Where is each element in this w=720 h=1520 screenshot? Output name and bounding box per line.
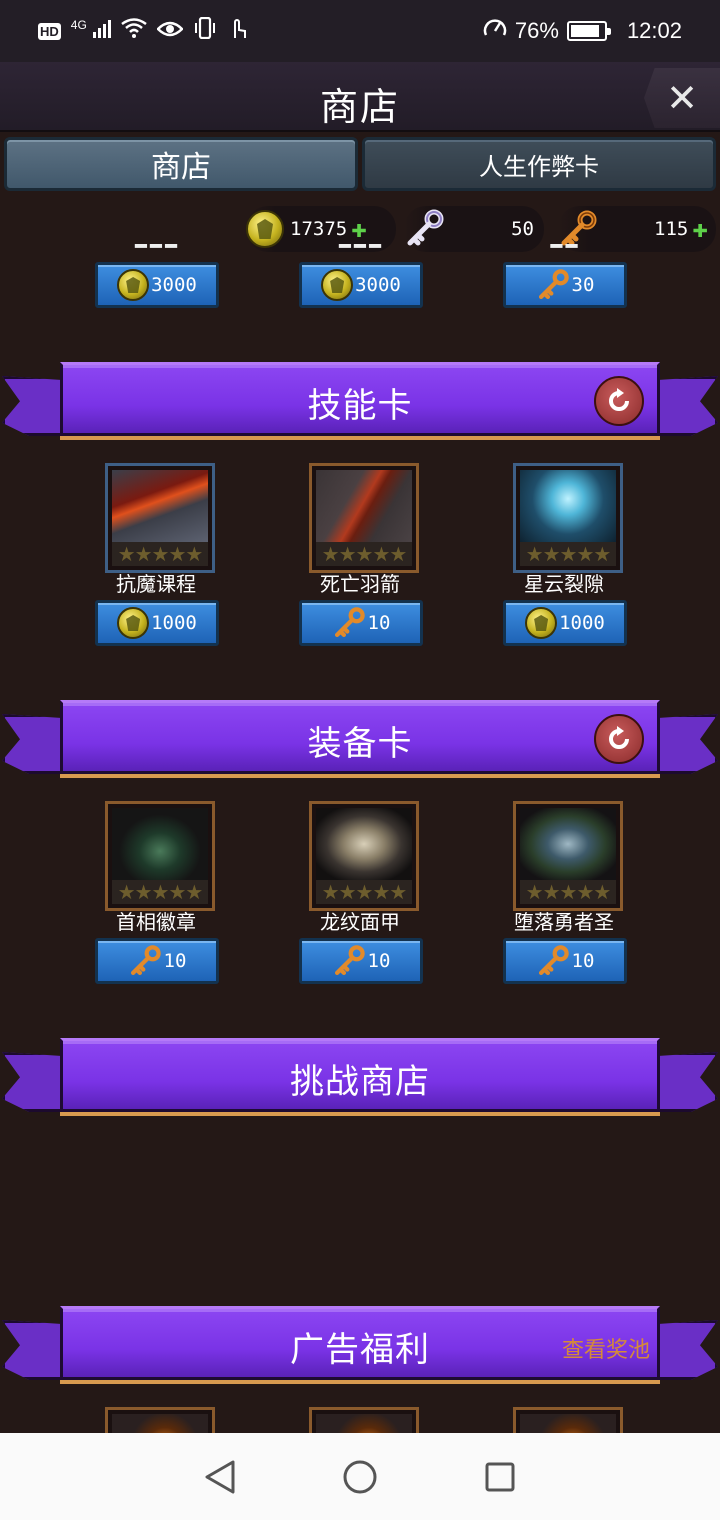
- price-button[interactable]: 10: [95, 938, 219, 984]
- price-button[interactable]: 1000: [503, 600, 627, 646]
- price-button[interactable]: 1000: [95, 600, 219, 646]
- card-art: [316, 470, 412, 542]
- star-rating: ★★★★★: [316, 880, 412, 904]
- equipment-card[interactable]: ★★★★★: [105, 801, 215, 911]
- card-name: 龙纹面甲: [320, 910, 400, 934]
- card-name: 堕落勇者圣: [514, 910, 614, 934]
- card-art: [520, 808, 616, 880]
- tab-cheat-cards[interactable]: 人生作弊卡: [362, 137, 716, 191]
- system-nav-bar: [0, 1433, 720, 1520]
- speed-icon: [483, 17, 507, 45]
- coin-icon: [246, 210, 284, 248]
- hidden-item-name: ▬▬▬: [260, 244, 460, 252]
- price-button[interactable]: 10: [503, 938, 627, 984]
- recents-icon: [485, 1462, 515, 1491]
- star-rating: ★★★★★: [520, 542, 616, 566]
- title-bar: 商店 ✕: [0, 62, 720, 132]
- close-icon: ✕: [666, 76, 698, 120]
- battery-icon: [566, 21, 611, 41]
- vibrate-icon: [193, 16, 217, 45]
- section-banner-challenge: 挑战商店: [0, 1038, 720, 1128]
- skill-card[interactable]: ★★★★★: [513, 463, 623, 573]
- silver-key-icon: [404, 209, 444, 249]
- key-icon: [536, 944, 570, 978]
- key-icon: [332, 606, 366, 640]
- home-icon: [343, 1460, 377, 1493]
- key-icon: [128, 944, 162, 978]
- wifi-icon: [121, 18, 147, 44]
- skill-card[interactable]: ★★★★★: [309, 463, 419, 573]
- key-icon: [536, 268, 570, 302]
- key-icon: [558, 209, 598, 249]
- key-icon: [332, 944, 366, 978]
- back-button[interactable]: [200, 1457, 240, 1497]
- price-button[interactable]: 10: [299, 938, 423, 984]
- refresh-icon: [609, 726, 629, 749]
- page-title: 商店: [319, 85, 400, 129]
- add-key-icon[interactable]: ✚: [692, 216, 708, 242]
- refresh-icon: [609, 388, 629, 411]
- touch-icon: [227, 16, 249, 46]
- close-button[interactable]: ✕: [644, 68, 720, 128]
- star-rating: ★★★★★: [112, 542, 208, 566]
- coin-icon: [321, 269, 354, 301]
- recents-button[interactable]: [480, 1457, 520, 1497]
- price-button[interactable]: 3000: [299, 262, 423, 308]
- card-art: [112, 470, 208, 542]
- card-name: 首相徽章: [116, 910, 196, 934]
- price-button[interactable]: 30: [503, 262, 627, 308]
- hidden-item-name: ▬▬▬: [56, 244, 256, 252]
- card-art: [520, 470, 616, 542]
- card-art: [112, 808, 208, 880]
- star-rating: ★★★★★: [520, 880, 616, 904]
- tab-bar: 商店 人生作弊卡: [0, 134, 720, 192]
- back-icon: [205, 1460, 235, 1493]
- view-prize-pool-link[interactable]: 查看奖池: [562, 1332, 650, 1364]
- skill-card[interactable]: ★★★★★: [105, 463, 215, 573]
- coin-icon: [117, 269, 150, 301]
- section-banner-equipment: 装备卡: [0, 700, 720, 790]
- section-banner-ads: 广告福利 查看奖池: [0, 1306, 720, 1396]
- price-button[interactable]: 3000: [95, 262, 219, 308]
- star-rating: ★★★★★: [316, 542, 412, 566]
- status-bar: HD 4G 76% 12:02: [0, 0, 720, 62]
- tab-shop[interactable]: 商店: [4, 137, 358, 191]
- hidden-item-name: ▬▬: [464, 244, 664, 252]
- equipment-card[interactable]: ★★★★★: [513, 801, 623, 911]
- clock: 12:02: [626, 18, 682, 43]
- signal-icon: 4G: [71, 18, 111, 44]
- card-name: 死亡羽箭: [320, 572, 400, 596]
- section-banner-skill: 技能卡: [0, 362, 720, 452]
- card-name: 星云裂隙: [524, 572, 604, 596]
- section-title: 挑战商店: [290, 1062, 430, 1102]
- add-coin-icon[interactable]: ✚: [351, 216, 367, 242]
- coin-icon: [525, 607, 558, 639]
- eye-icon: [156, 18, 184, 44]
- price-button[interactable]: 10: [299, 600, 423, 646]
- refresh-button[interactable]: [594, 714, 644, 764]
- refresh-button[interactable]: [594, 376, 644, 426]
- battery-percent: 76%: [514, 18, 559, 43]
- card-art: [316, 808, 412, 880]
- equipment-card[interactable]: ★★★★★: [309, 801, 419, 911]
- hd-icon: HD: [38, 22, 61, 40]
- card-name: 抗魔课程: [116, 572, 196, 596]
- home-button[interactable]: [340, 1457, 380, 1497]
- star-rating: ★★★★★: [112, 880, 208, 904]
- coin-icon: [117, 607, 150, 639]
